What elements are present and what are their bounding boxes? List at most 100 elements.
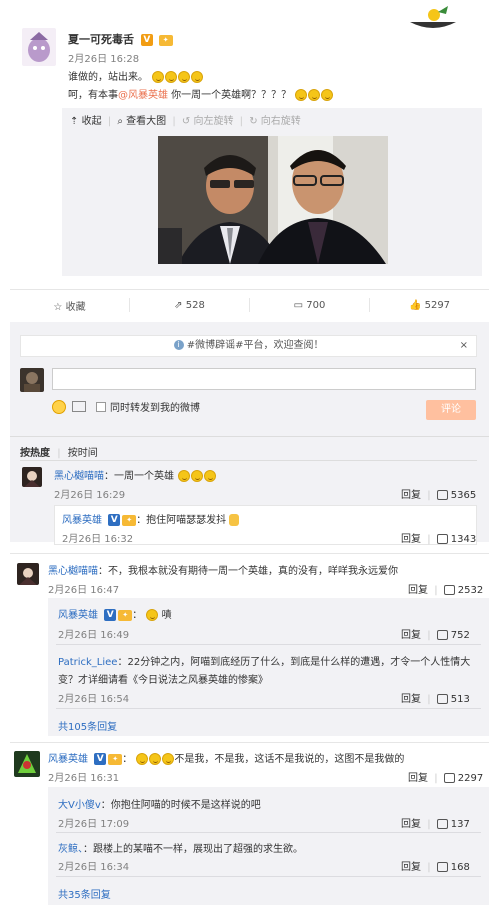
comment-like-count: 5365 <box>450 490 477 501</box>
comment-input[interactable] <box>52 368 476 390</box>
tab-time[interactable]: 按时间 <box>68 448 98 459</box>
smile-emoji-icon <box>178 71 191 83</box>
verified-icon: V <box>140 34 153 46</box>
commenter-avatar[interactable] <box>14 751 40 777</box>
vip-icon: ✦ <box>158 34 173 46</box>
smile-emoji-icon <box>152 71 165 83</box>
collapse-button[interactable]: ⇡ 收起 <box>70 116 102 127</box>
comment-text: ：不，我根本就没有期待一周一个英雄，真的没有，咩咩我永远爱你 <box>98 566 398 577</box>
repost-checkbox[interactable] <box>96 401 106 412</box>
comment-like-count: 2297 <box>457 773 484 784</box>
image-picker-icon[interactable] <box>72 401 86 412</box>
rotate-left-icon: ↺ <box>181 116 191 127</box>
laugh-emoji-icon <box>321 89 334 101</box>
star-icon: ☆ <box>53 301 63 313</box>
lol-emoji-icon <box>204 470 217 482</box>
reply-button[interactable]: 回复 <box>401 490 421 501</box>
comment-time: 2月26日 16:47 <box>48 585 120 596</box>
reply-like-count: 752 <box>450 630 470 641</box>
boat-decoration-icon <box>408 4 458 32</box>
repost-count: 528 <box>185 299 205 311</box>
reply-like-button[interactable]: 137 <box>436 819 470 830</box>
post-image[interactable] <box>158 136 388 264</box>
reply-like-count: 168 <box>450 862 470 873</box>
reply-time: 2月26日 16:32 <box>62 534 134 545</box>
rotate-left-button[interactable]: ↺ 向左旋转 <box>182 116 234 127</box>
repost-button[interactable]: ⇗ 528 <box>130 300 249 311</box>
reply-button[interactable]: 回复 <box>408 585 428 596</box>
submit-comment-button[interactable]: 评论 <box>426 400 476 420</box>
close-icon[interactable]: × <box>460 336 468 356</box>
author-name[interactable]: 夏一可死毒舌 <box>68 33 134 46</box>
more-replies-link[interactable]: 共35条回复 <box>58 886 111 901</box>
lol-emoji-icon <box>136 753 149 765</box>
rotate-right-icon: ↻ <box>249 116 258 127</box>
lol-emoji-icon <box>191 470 204 482</box>
comment-like-button[interactable]: 2297 <box>443 773 484 784</box>
like-button[interactable]: 👍 5297 <box>370 300 489 311</box>
reply-author[interactable]: 风暴英雄 <box>58 610 98 621</box>
vip-icon: ✦ <box>122 514 137 526</box>
magnifier-icon: ⌕ <box>117 116 123 127</box>
reply-author[interactable]: Patrick_Liee <box>58 657 117 668</box>
reply-button[interactable]: 回复 <box>401 534 421 545</box>
reply-button[interactable]: 回复 <box>401 862 421 873</box>
thumb-up-icon: 👍 <box>408 299 422 311</box>
lol-emoji-icon <box>162 753 175 765</box>
shiver-emoji-icon <box>229 514 240 526</box>
reply-button[interactable]: 回复 <box>401 630 421 641</box>
thumb-up-icon <box>436 534 448 544</box>
reply-author[interactable]: 风暴英雄 <box>62 515 102 526</box>
thumb-up-icon <box>443 585 455 595</box>
sweat-emoji-icon <box>146 609 159 621</box>
vip-icon: ✦ <box>108 753 123 765</box>
reply-text: ：抱住阿喵瑟瑟发抖 <box>136 515 227 526</box>
commenter-name[interactable]: 黑心樾喵喵 <box>48 566 98 577</box>
reply-time: 2月26日 16:54 <box>58 694 130 705</box>
mention-link[interactable]: @风暴英雄 <box>118 90 168 101</box>
reply-button[interactable]: 回复 <box>408 773 428 784</box>
post-text-line2-post: 你一周一个英雄啊？？？？ <box>168 90 292 101</box>
author-avatar[interactable] <box>22 28 56 66</box>
comment-text: ：一周一个英雄 <box>104 471 174 482</box>
notice-bar: i #微博辟谣#平台，欢迎查阅！ × <box>20 335 477 357</box>
reply-button[interactable]: 回复 <box>401 694 421 705</box>
reply-like-button[interactable]: 1343 <box>436 534 477 545</box>
reply-time: 2月26日 16:34 <box>58 862 130 873</box>
thumb-up-icon <box>436 862 448 872</box>
reply-like-button[interactable]: 513 <box>436 694 470 705</box>
tab-hot[interactable]: 按热度 <box>20 448 50 459</box>
favorite-button[interactable]: ☆ 收藏 <box>10 298 129 313</box>
commenter-avatar[interactable] <box>22 467 42 487</box>
reply-like-count: 1343 <box>450 534 477 545</box>
commenter-name[interactable]: 黑心樾喵喵 <box>54 471 104 482</box>
more-replies-link[interactable]: 共105条回复 <box>58 718 117 733</box>
more-replies-label: 共35条回复 <box>58 890 111 901</box>
comment-like-count: 2532 <box>457 585 484 596</box>
my-avatar[interactable] <box>20 368 44 392</box>
comment-icon: ▭ <box>293 299 304 311</box>
reply-like-button[interactable]: 752 <box>436 630 470 641</box>
reply-time: 2月26日 16:49 <box>58 630 130 641</box>
reply-author[interactable]: 大V小傻v <box>58 800 101 811</box>
reply-like-button[interactable]: 168 <box>436 862 470 873</box>
notice-text[interactable]: #微博辟谣#平台，欢迎查阅！ <box>187 340 324 351</box>
arrow-up-icon: ⇡ <box>70 116 79 127</box>
reply-author[interactable]: 灰鲸、 <box>58 844 83 855</box>
commenter-name[interactable]: 风暴英雄 <box>48 754 88 765</box>
post-text-line1: 谁做的，站出来。 <box>68 72 148 83</box>
emoji-picker-icon[interactable] <box>52 399 66 414</box>
reply-button[interactable]: 回复 <box>401 819 421 830</box>
favorite-label: 收藏 <box>65 301 86 313</box>
comment-like-button[interactable]: 2532 <box>443 585 484 596</box>
comment-time: 2月26日 16:29 <box>54 490 126 501</box>
view-large-button[interactable]: ⌕ 查看大图 <box>117 116 166 127</box>
comment-button[interactable]: ▭ 700 <box>250 300 369 311</box>
commenter-avatar[interactable] <box>17 563 39 585</box>
vip-icon: ✦ <box>118 609 133 621</box>
rotate-right-button[interactable]: ↻ 向右旋转 <box>249 116 301 127</box>
post-time[interactable]: 2月26日 16:28 <box>68 50 139 65</box>
comment-like-button[interactable]: 5365 <box>436 490 477 501</box>
smile-emoji-icon <box>165 71 178 83</box>
verified-icon: V <box>94 753 107 765</box>
